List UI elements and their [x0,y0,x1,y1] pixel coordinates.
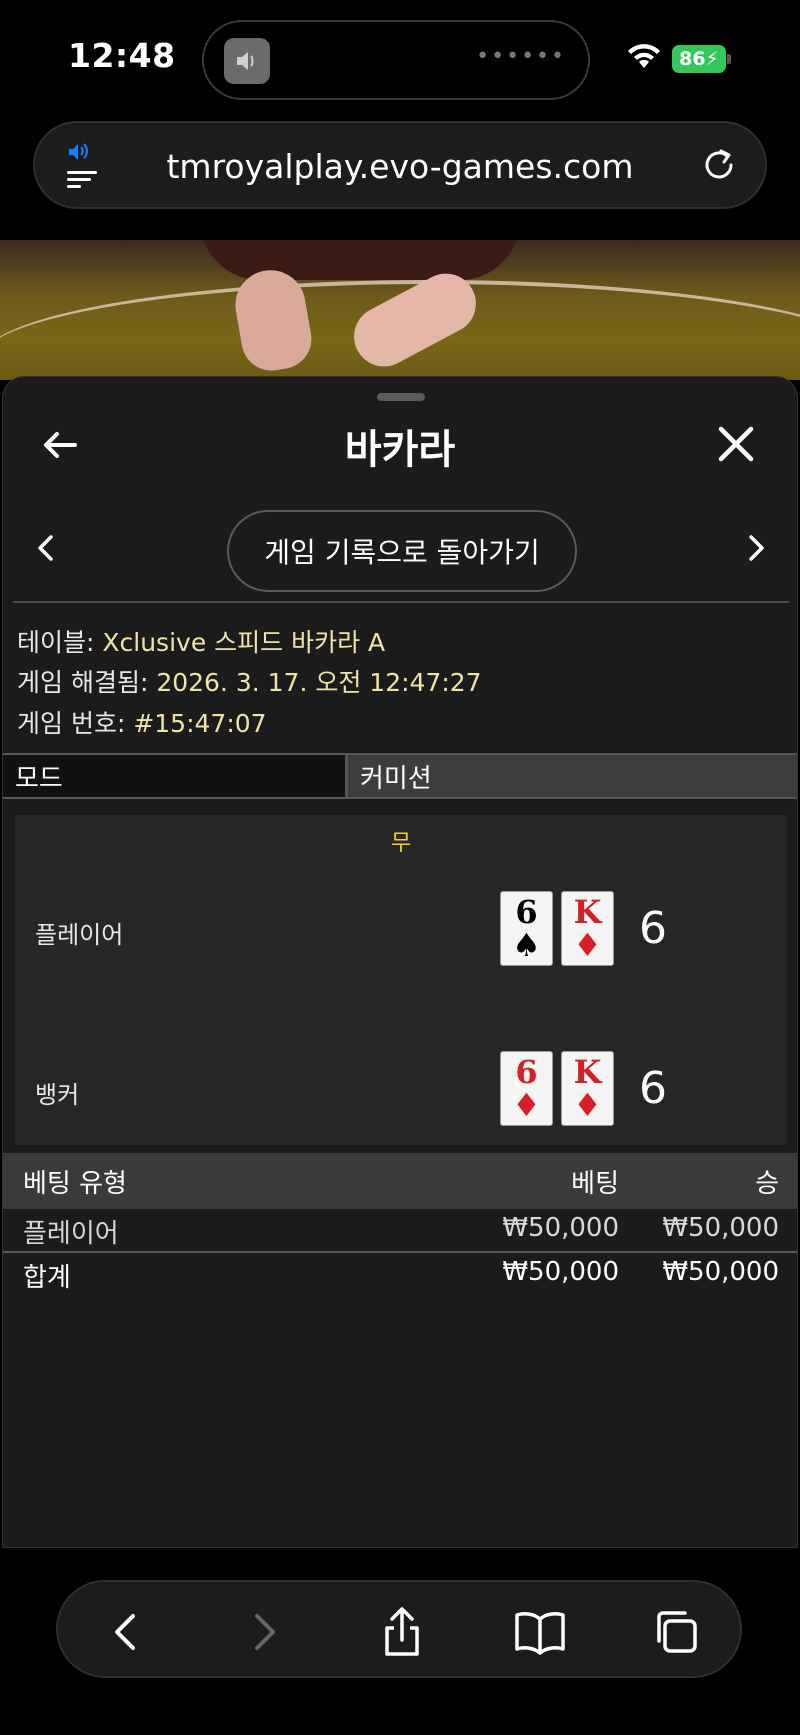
header-bet: 베팅 [571,1169,619,1199]
bet-amount: ₩50,000 [502,1213,619,1243]
divider [13,601,789,603]
total-bet: ₩50,000 [502,1257,619,1287]
table-label: 테이블: [17,628,95,657]
dynamic-island[interactable]: •••••• [202,20,590,100]
wifi-icon [626,40,662,74]
browser-toolbar [56,1580,742,1678]
banker-score: 6 [639,1063,667,1114]
battery-indicator: 86 ⚡ [672,45,726,73]
status-bar: 12:48 •••••• 86 ⚡ [0,0,800,115]
tab-mode[interactable]: 모드 [3,755,348,797]
mode-tabs: 모드 커미션 [3,753,797,799]
battery-level: 86 [679,48,706,70]
game-history-sheet: 바카라 게임 기록으로 돌아가기 테이블: Xclusive 스피드 바카라 A… [2,376,798,1548]
playing-card: K ♦ [561,891,614,966]
chevron-right-icon[interactable] [745,533,767,567]
playing-card: 6 ♦ [500,1051,553,1126]
forward-icon[interactable] [236,1604,292,1660]
bets-table-header: 베팅 유형 베팅 승 [3,1153,797,1209]
total-label: 합계 [23,1263,71,1293]
diamond-icon: ♦ [573,1086,602,1124]
sheet-title: 바카라 [344,427,456,473]
tab-commission[interactable]: 커미션 [348,755,797,797]
playing-card: K ♦ [561,1051,614,1126]
address-bar[interactable]: tmroyalplay.evo-games.com [33,121,767,209]
bookmarks-icon[interactable] [512,1604,568,1660]
speaker-icon [224,38,270,84]
banker-label: 뱅커 [35,1081,80,1109]
back-to-history-button[interactable]: 게임 기록으로 돌아가기 [227,510,577,592]
battery-nub [727,54,731,64]
resolved-info: 게임 해결됨: 2026. 3. 17. 오전 12:47:27 [17,663,482,699]
resolved-value: 2026. 3. 17. 오전 12:47:27 [156,668,482,697]
player-label: 플레이어 [35,921,124,949]
close-icon[interactable] [715,423,757,469]
player-hand: 플레이어 6 ♠ K ♦ 6 [15,891,787,971]
url-text[interactable]: tmroyalplay.evo-games.com [35,147,765,186]
round-result: 무 플레이어 6 ♠ K ♦ 6 뱅커 6 ♦ K ♦ 6 [15,815,787,1145]
back-icon[interactable] [98,1604,154,1660]
game-number-value: #15:47:07 [133,709,267,738]
header-win: 승 [755,1169,779,1199]
game-number-label: 게임 번호: [17,709,126,738]
resolved-label: 게임 해결됨: [17,668,149,697]
share-icon[interactable] [374,1604,430,1660]
spade-icon: ♠ [512,926,541,964]
total-win: ₩50,000 [662,1257,779,1287]
island-dots: •••••• [476,44,566,69]
chevron-left-icon[interactable] [35,533,57,567]
banker-hand: 뱅커 6 ♦ K ♦ 6 [15,1051,787,1131]
live-video-feed [0,240,800,380]
dealer-figure [200,240,520,280]
table-value: Xclusive 스피드 바카라 A [102,628,386,657]
game-number-info: 게임 번호: #15:47:07 [17,704,267,740]
reload-icon[interactable] [699,145,739,189]
total-row: 합계 ₩50,000 ₩50,000 [3,1253,797,1297]
sheet-grabber[interactable] [377,393,425,401]
outcome-label: 무 [390,831,412,856]
win-amount: ₩50,000 [662,1213,779,1243]
status-time: 12:48 [68,36,176,75]
diamond-icon: ♦ [573,926,602,964]
table-info: 테이블: Xclusive 스피드 바카라 A [17,623,385,659]
diamond-icon: ♦ [512,1086,541,1124]
bet-type: 플레이어 [23,1219,119,1249]
playing-card: 6 ♠ [500,891,553,966]
header-bet-type: 베팅 유형 [23,1169,127,1199]
player-score: 6 [639,903,667,954]
tabs-icon[interactable] [648,1604,704,1660]
table-row: 플레이어 ₩50,000 ₩50,000 [3,1209,797,1253]
